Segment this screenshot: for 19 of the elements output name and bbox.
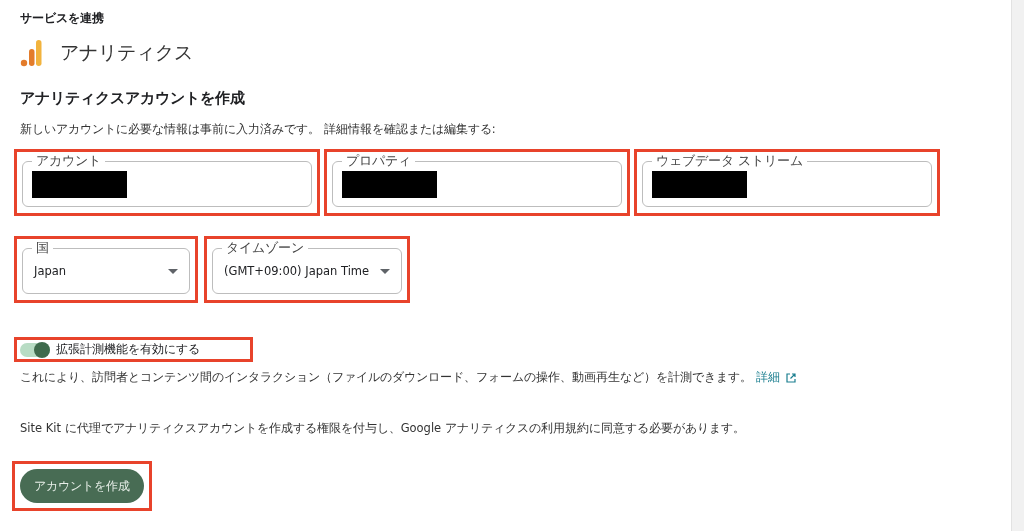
toggle-label: 拡張計測機能を有効にする xyxy=(56,342,200,357)
learn-more-link[interactable]: 詳細 xyxy=(756,370,780,385)
field-label: 国 xyxy=(32,240,53,256)
service-name: アナリティクス xyxy=(60,40,193,65)
create-account-button[interactable]: アカウントを作成 xyxy=(20,469,144,503)
section-heading: アナリティクスアカウントを作成 xyxy=(20,89,245,108)
intro-text: 新しいアカウントに必要な情報は事前に入力済みです。 詳細情報を確認または編集する: xyxy=(20,122,496,137)
notice-text: Site Kit に代理でアナリティクスアカウントを作成する権限を付与し、Google アナリティクスの利用規約に同意する必要があります。 xyxy=(20,421,745,436)
external-link-icon xyxy=(786,372,796,383)
toggle-switch[interactable] xyxy=(20,342,50,357)
field-label: ウェブデータ ストリーム xyxy=(652,153,807,169)
bar-chart-logo-icon xyxy=(20,39,42,67)
caret-icon xyxy=(380,268,390,274)
field-label: アカウント xyxy=(32,153,105,169)
breadcrumb: サービスを連携 xyxy=(20,10,104,27)
caret-icon xyxy=(168,268,178,274)
help-text: これにより、訪問者とコンテンツ間のインタラクション（ファイルのダウンロード、フォームの操作、動画再生など）を計測できます。 xyxy=(20,370,752,385)
field-label: プロパティ xyxy=(342,153,415,169)
field-label: タイムゾーン xyxy=(222,240,308,256)
